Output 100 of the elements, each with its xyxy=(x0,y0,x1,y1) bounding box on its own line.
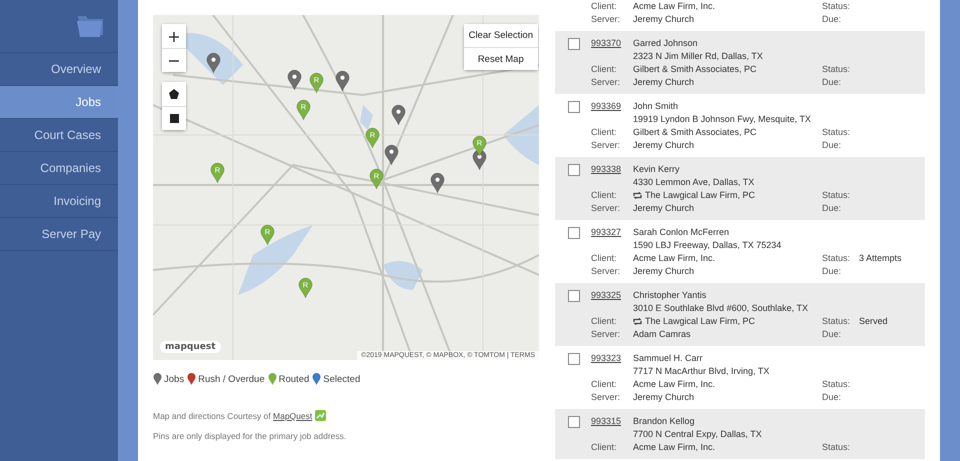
job-row[interactable]: 993369 John Smith 19919 Lyndon B Johnson Fwy, Mesquite, TX Client: Gilbert & Smith Associates, PC Status: Server: Jeremy Church Due: xyxy=(555,94,925,157)
map-pin-icon[interactable] xyxy=(206,52,221,74)
recipient-name: Sammuel H. Carr xyxy=(633,352,704,365)
due-label: Due: xyxy=(822,139,842,152)
server-label: Server: xyxy=(591,76,622,89)
status-label: Status: xyxy=(822,126,852,139)
job-number-link[interactable]: 993315 xyxy=(591,415,633,428)
job-address: 19919 Lyndon B Johnson Fwy, Mesquite, TX xyxy=(633,113,812,126)
server-label: Server: xyxy=(591,391,622,404)
status-label: Status: xyxy=(822,441,852,454)
map-button[interactable]: Clear Selection xyxy=(464,24,538,47)
recipient-name: Brandon Kellog xyxy=(633,415,696,428)
server-label: Server: xyxy=(591,139,622,152)
client-label: Client: xyxy=(591,63,618,76)
client-label: Client: xyxy=(591,315,618,328)
checkbox[interactable] xyxy=(568,226,580,238)
client-name: The Lawgical Law Firm, PC xyxy=(645,189,756,202)
due-label: Due: xyxy=(822,328,842,341)
server-label: Server: xyxy=(591,13,622,26)
polygon-icon xyxy=(169,89,179,99)
due-label: Due: xyxy=(822,265,842,278)
legend-label: Jobs xyxy=(164,374,184,384)
due-label: Due: xyxy=(822,391,842,404)
checkbox[interactable] xyxy=(568,164,580,176)
server-name: Adam Camras xyxy=(633,328,692,341)
job-row[interactable]: 993323 Sammuel H. Carr 7717 N MacArthur Blvd, Irving, TX Client: Acme Law Firm, Inc. Status: Server: Jeremy Church Due: xyxy=(555,346,925,409)
folder-icon xyxy=(77,13,104,38)
recipient-name: Christopher Yantis xyxy=(633,289,708,302)
status-label: Status: xyxy=(822,63,852,76)
job-number-link[interactable]: 993338 xyxy=(591,163,633,176)
client-label: Client: xyxy=(591,252,618,265)
job-address: 1590 LBJ Freeway, Dallas, TX 75234 xyxy=(633,239,782,252)
job-address: 4330 Lemmon Ave, Dallas, TX xyxy=(633,176,756,189)
checkbox[interactable] xyxy=(568,38,580,50)
map-pin-icon[interactable] xyxy=(287,69,302,91)
job-number-link[interactable]: 993325 xyxy=(591,289,633,302)
job-row[interactable]: 993370 Garred Johnson 2323 N Jim Miller Rd, Dallas, TX Client: Gilbert & Smith Associates, PC Status: Server: Jeremy Church Due: xyxy=(555,31,925,94)
server-name: Jeremy Church xyxy=(633,265,696,278)
checkbox[interactable] xyxy=(568,100,580,112)
repeat-icon xyxy=(633,192,642,199)
due-label: Due: xyxy=(822,76,842,89)
recipient-name: John Smith xyxy=(633,100,680,113)
job-row[interactable]: 993338 Kevin Kerry 4330 Lemmon Ave, Dallas, TX Client: The Lawgical Law Firm, PC Status: Server: Jeremy Church Due: xyxy=(555,157,925,220)
recipient-name: Garred Johnson xyxy=(633,37,699,50)
job-number-link[interactable]: 993370 xyxy=(591,37,633,50)
server-name: Jeremy Church xyxy=(633,391,696,404)
polygon-draw-button[interactable] xyxy=(162,82,186,106)
status-label: Status: xyxy=(822,252,852,265)
recipient-name: Kevin Kerry xyxy=(633,163,681,176)
job-number-link[interactable]: 993323 xyxy=(591,352,633,365)
job-address: 7700 N Central Expy, Dallas, TX xyxy=(633,428,763,441)
server-label: Server: xyxy=(591,265,622,278)
legend-label: Routed xyxy=(278,374,310,384)
courtesy-text: Map and directions Courtesy of MapQuest xyxy=(153,410,312,420)
server-name: Jeremy Church xyxy=(633,139,696,152)
job-row[interactable]: 993327 Sarah Conlon McFerren 1590 LBJ Freeway, Dallas, TX 75234 Client: Acme Law Firm, Inc. Status: 3 Attempts Server: Jeremy Church Due: xyxy=(555,220,925,283)
client-name: Acme Law Firm, Inc. xyxy=(633,0,716,13)
client-name: Acme Law Firm, Inc. xyxy=(633,441,716,454)
job-address: 7717 N MacArthur Blvd, Irving, TX xyxy=(633,365,770,378)
legend-label: Rush / Overdue xyxy=(198,374,265,384)
rectangle-draw-button[interactable] xyxy=(162,106,186,130)
client-label: Client: xyxy=(591,441,618,454)
lake-shape xyxy=(503,105,539,165)
square-icon xyxy=(170,114,178,123)
repeat-icon xyxy=(633,318,642,325)
job-row[interactable]: Client: Acme Law Firm, Inc. Status: Server: Jeremy Church Due: xyxy=(555,0,925,31)
map-pin-icon[interactable] xyxy=(335,70,350,92)
status-label: Status: xyxy=(822,0,852,13)
due-label: Due: xyxy=(822,13,842,26)
directions-icon xyxy=(315,410,326,421)
job-row[interactable]: 993325 Christopher Yantis 3010 E Southlake Blvd #600, Southlake, TX Client: The Lawgical Law Firm, PC Status: Served Server: Adam Camras Due: xyxy=(555,283,925,346)
map-pin-icon[interactable] xyxy=(430,172,445,194)
server-name: Jeremy Church xyxy=(633,13,696,26)
status-value: Served xyxy=(859,315,889,328)
job-row[interactable]: 993315 Brandon Kellog 7700 N Central Expy, Dallas, TX Client: Acme Law Firm, Inc. Status: xyxy=(555,409,925,459)
map-button[interactable]: Reset Map xyxy=(464,47,538,70)
due-label: Due: xyxy=(822,202,842,215)
client-label: Client: xyxy=(591,0,618,13)
client-name: The Lawgical Law Firm, PC xyxy=(645,315,756,328)
map-logo: mapquest xyxy=(160,341,221,353)
recipient-name: Sarah Conlon McFerren xyxy=(633,226,730,239)
map-pin-icon[interactable] xyxy=(391,104,406,126)
checkbox[interactable] xyxy=(568,416,580,428)
job-number-link[interactable]: 993369 xyxy=(591,100,633,113)
zoom-out-button[interactable]: − xyxy=(162,48,186,72)
client-name: Gilbert & Smith Associates, PC xyxy=(633,126,757,139)
job-number-link[interactable]: 993327 xyxy=(591,226,633,239)
client-name: Gilbert & Smith Associates, PC xyxy=(633,63,757,76)
legend-label: Selected xyxy=(323,374,360,384)
map-pin-icon[interactable] xyxy=(384,144,399,166)
note-text: Pins are only displayed for the primary job address. xyxy=(153,431,346,441)
server-label: Server: xyxy=(591,202,622,215)
mapquest-link[interactable]: MapQuest xyxy=(273,410,312,420)
job-address: 2323 N Jim Miller Rd, Dallas, TX xyxy=(633,50,764,63)
server-label: Server: xyxy=(591,328,622,341)
server-name: Jeremy Church xyxy=(633,76,696,89)
checkbox[interactable] xyxy=(568,352,580,364)
checkbox[interactable] xyxy=(568,290,580,302)
zoom-in-button[interactable]: + xyxy=(162,24,186,48)
client-label: Client: xyxy=(591,126,618,139)
